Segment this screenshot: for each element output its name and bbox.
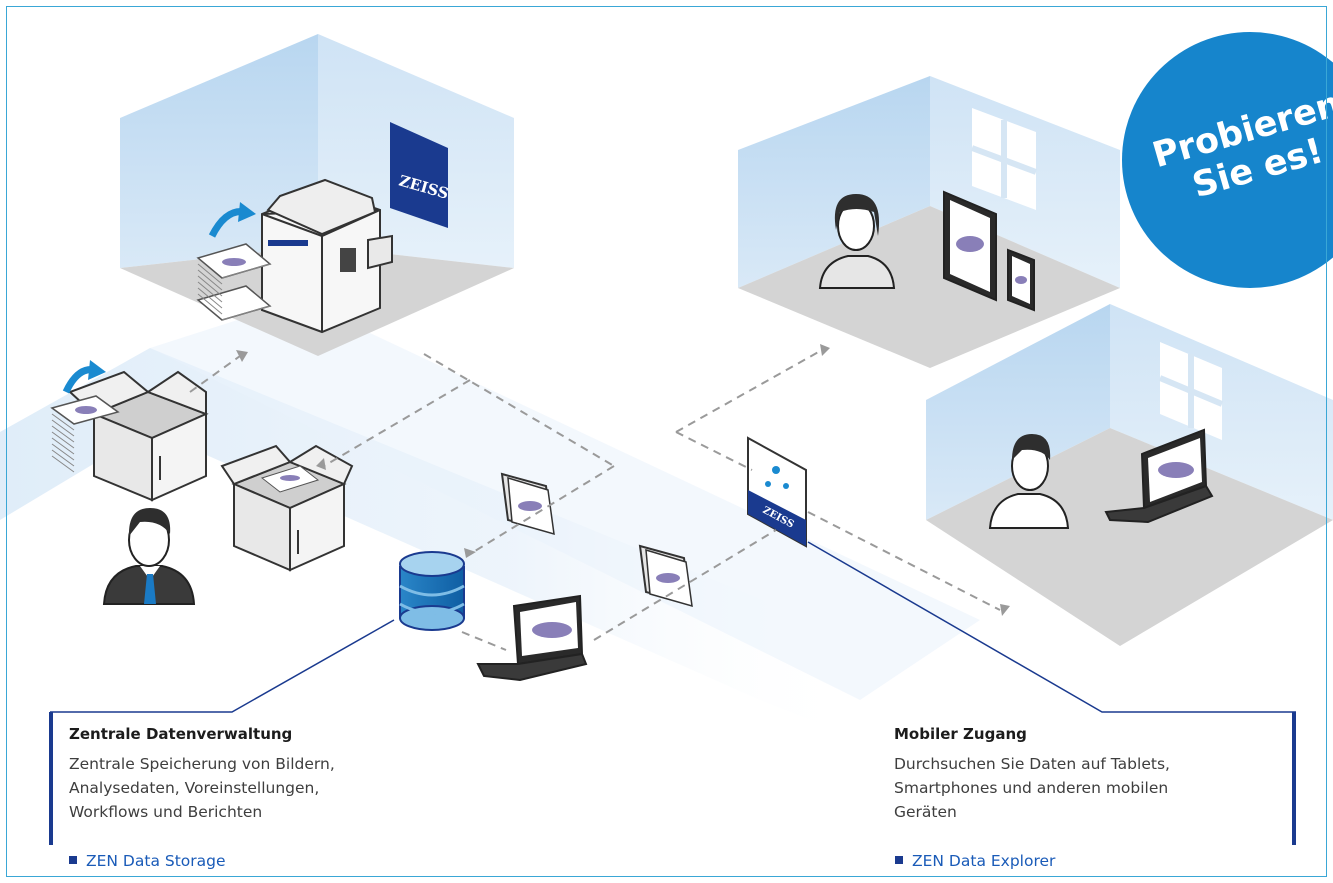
bullet-square-icon [69,856,77,864]
office-room-top [738,76,1120,368]
accent-bar [49,712,53,845]
mobile-access-box: Mobiler Zugang Durchsuchen Sie Daten auf… [872,712,1296,845]
database-icon [399,551,465,631]
zen-data-explorer-link[interactable]: ZEN Data Explorer [895,852,1055,870]
office-room-bottom [926,304,1333,646]
central-data-management-box: Zentrale Datenverwaltung Zentrale Speich… [49,712,409,845]
box-description: Zentrale Speicherung von Bildern, Analys… [69,755,335,821]
link-label: ZEN Data Explorer [912,852,1056,870]
person-icon [102,508,196,605]
phone-icon [1007,248,1035,312]
link-label: ZEN Data Storage [86,852,226,870]
microscope-scanner-icon [261,178,393,334]
box-title: Zentrale Datenverwaltung [69,725,293,743]
bullet-square-icon [895,856,903,864]
box-icon [220,444,354,572]
accent-bar [1292,712,1296,845]
workflow-diagram: ZEISS ZEISS Probieren Sie es! Zentrale D… [0,0,1333,883]
connector-left [50,619,395,713]
zen-data-storage-link[interactable]: ZEN Data Storage [69,852,226,870]
laptop-icon [476,594,588,682]
box-description: Durchsuchen Sie Daten auf Tablets, Smart… [894,755,1170,821]
box-title: Mobiler Zugang [894,725,1027,743]
